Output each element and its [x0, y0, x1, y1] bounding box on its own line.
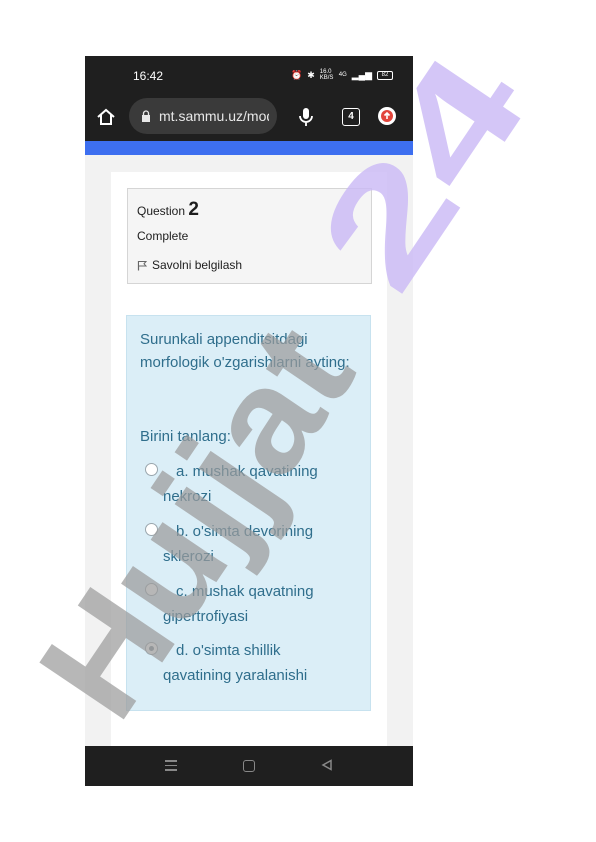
alarm-icon: ⏰ — [290, 69, 303, 80]
update-icon[interactable] — [378, 107, 396, 125]
battery-icon: 82 — [377, 70, 393, 80]
answer-b-label[interactable]: b. o'simta devorining sklerozi — [163, 519, 353, 569]
answer-prompt: Birini tanlang: — [140, 428, 231, 445]
question-number-value: 2 — [188, 199, 199, 220]
nav-home-icon[interactable] — [243, 760, 255, 772]
answer-d-radio[interactable] — [145, 642, 158, 655]
microphone-icon[interactable] — [297, 106, 315, 128]
back-icon[interactable] — [321, 759, 333, 771]
answer-a-label[interactable]: a. mushak qavatining nekrozi — [163, 459, 353, 509]
signal-icon: ▂▄▆ — [351, 69, 372, 80]
site-header-bar — [85, 141, 413, 155]
question-card: Question 2 Complete Savolni belgilash Su… — [111, 172, 387, 752]
recent-apps-icon[interactable] — [165, 760, 177, 774]
answer-d-label[interactable]: d. o'simta shillik qavatining yaralanish… — [163, 638, 353, 688]
status-icons: ⏰ ✱ 16.0 KB/S 4G ▂▄▆ 82 — [291, 69, 393, 81]
lock-icon — [142, 110, 150, 122]
home-icon[interactable] — [95, 106, 117, 128]
network-speed: 16.0 KB/S — [319, 69, 334, 81]
android-nav-bar — [85, 746, 413, 786]
phone-screen: 16:42 ⏰ ✱ 16.0 KB/S 4G ▂▄▆ 82 mt.sammu.u… — [85, 56, 413, 786]
question-info: Question 2 Complete Savolni belgilash — [127, 188, 372, 284]
question-label: Question — [137, 204, 186, 218]
page-content: Question 2 Complete Savolni belgilash Su… — [85, 155, 413, 752]
question-form: Surunkali appenditsitdagi morfologik o'z… — [126, 315, 371, 711]
flag-question-link[interactable]: Savolni belgilash — [137, 258, 242, 272]
browser-toolbar: mt.sammu.uz/mod/quiz 4 — [85, 94, 413, 141]
question-text: Surunkali appenditsitdagi morfologik o'z… — [140, 331, 350, 371]
question-state: Complete — [137, 229, 189, 243]
question-number: Question 2 — [137, 199, 199, 221]
flag-icon — [137, 260, 148, 270]
answer-c-label[interactable]: c. mushak qavatning gipertrofiyasi — [163, 579, 353, 629]
url-text: mt.sammu.uz/mod/quiz — [159, 108, 269, 124]
status-bar: 16:42 ⏰ ✱ 16.0 KB/S 4G ▂▄▆ 82 — [85, 56, 413, 94]
tab-count-button[interactable]: 4 — [342, 108, 360, 126]
answer-b-radio[interactable] — [145, 523, 158, 536]
bluetooth-icon: ✱ — [307, 69, 315, 80]
answer-a-radio[interactable] — [145, 463, 158, 476]
signal-label: 4G — [338, 72, 347, 78]
answer-c-radio[interactable] — [145, 583, 158, 596]
address-bar[interactable]: mt.sammu.uz/mod/quiz — [129, 98, 277, 134]
flag-label: Savolni belgilash — [152, 258, 243, 272]
status-time: 16:42 — [133, 69, 164, 83]
arrow-up-icon — [381, 110, 393, 122]
